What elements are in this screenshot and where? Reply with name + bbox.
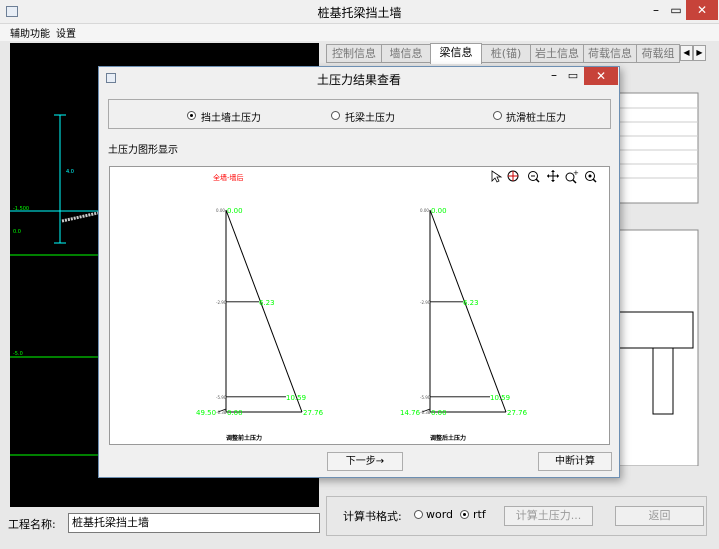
- pressure-value-label: 0.00: [431, 409, 447, 417]
- tab-bar: 控制信息 墙信息 梁信息 桩(锚) 岩土信息 荷载信息 荷载组 ◀ ▶: [326, 43, 707, 64]
- beam-table[interactable]: [617, 92, 699, 204]
- tab-soil-info[interactable]: 岩土信息: [530, 44, 584, 63]
- close-icon[interactable]: ✕: [584, 67, 618, 85]
- canvas-label: 0.0: [13, 229, 21, 235]
- pressure-value-label: 0.00: [227, 409, 243, 417]
- figure-label: 土压力图形显示: [108, 145, 178, 156]
- dialog-title: 土压力结果查看: [316, 73, 401, 87]
- tab-load-combo[interactable]: 荷载组: [636, 44, 680, 63]
- option-beam-pressure-radio[interactable]: [331, 111, 340, 120]
- depth-tick-label: -2.90: [216, 300, 227, 305]
- tab-beam-info[interactable]: 梁信息: [430, 43, 482, 64]
- format-rtf-label[interactable]: rtf: [473, 508, 486, 521]
- pressure-value-label: 0.00: [227, 207, 243, 215]
- panel-caption: 调整前土压力: [226, 434, 262, 442]
- depth-tick-label: -6.38: [216, 410, 227, 415]
- pressure-base-right-label: 27.76: [507, 409, 528, 417]
- depth-tick-label: 0.00: [216, 208, 225, 213]
- depth-tick-label: 0.00: [420, 208, 429, 213]
- tab-scroll-right-icon[interactable]: ▶: [693, 45, 706, 61]
- zoom-out-icon[interactable]: [528, 171, 540, 183]
- project-name-label: 工程名称:: [8, 518, 56, 531]
- zoom-reset-icon[interactable]: [585, 171, 597, 183]
- option-pile-pressure-label[interactable]: 抗滑桩土压力: [506, 109, 566, 124]
- maximize-icon[interactable]: ▭: [667, 0, 685, 20]
- minimize-icon[interactable]: –: [546, 67, 562, 85]
- pressure-plot-area[interactable]: 全墙-墙后 + 0.00 0.00 -2.90 6.23 -5.90 10.59…: [109, 166, 610, 445]
- pan-icon[interactable]: [547, 170, 559, 182]
- tab-wall-info[interactable]: 墙信息: [381, 44, 431, 63]
- calc-earth-pressure-button[interactable]: 计算土压力...: [504, 506, 593, 526]
- menu-item-assist[interactable]: 辅助功能: [10, 25, 50, 40]
- tab-load-info[interactable]: 荷载信息: [583, 44, 637, 63]
- pressure-value-label: 10.59: [490, 394, 510, 402]
- tab-scroll-left-icon[interactable]: ◀: [680, 45, 693, 61]
- beam-info-panel: [617, 90, 700, 467]
- chart-panels-layer: 0.00 0.00-2.90 6.23-5.90 10.59-6.38 0.0049.5…: [196, 207, 528, 442]
- minimize-icon[interactable]: –: [647, 0, 665, 20]
- option-wall-pressure-radio[interactable]: [187, 111, 196, 120]
- chart-toolbar: +: [491, 169, 597, 184]
- maximize-icon[interactable]: ▭: [565, 67, 581, 85]
- pressure-base-left-label: 49.50: [196, 409, 216, 417]
- format-word-radio[interactable]: [414, 510, 423, 519]
- depth-tick-label: -5.90: [216, 395, 227, 400]
- option-pile-pressure-radio[interactable]: [493, 111, 502, 120]
- earth-pressure-dialog: 土压力结果查看 – ▭ ✕ 挡土墙土压力 托梁土压力 抗滑桩土压力 土压力图形显…: [98, 66, 620, 478]
- return-button[interactable]: 返回: [615, 506, 704, 526]
- dialog-title-bar: 土压力结果查看: [99, 67, 619, 89]
- calc-options-group: 计算书格式: word rtf 计算土压力... 返回: [326, 496, 707, 536]
- depth-tick-label: -5.90: [420, 395, 431, 400]
- close-icon[interactable]: ✕: [686, 0, 718, 20]
- pressure-outline-line: [429, 209, 507, 413]
- main-window-title: 桩基托梁挡土墙: [317, 6, 402, 20]
- chart-title: 全墙-墙后: [213, 173, 244, 182]
- depth-tick-label: -6.38: [420, 410, 431, 415]
- format-word-label[interactable]: word: [426, 508, 453, 521]
- pressure-value-label: 10.59: [286, 394, 306, 402]
- pressure-value-label: 0.00: [431, 207, 447, 215]
- canvas-label: 4.0: [66, 169, 74, 175]
- pressure-value-label: 6.23: [259, 299, 275, 307]
- beam-shape: [617, 311, 694, 349]
- canvas-label: -5.0: [13, 351, 23, 357]
- option-beam-pressure-label[interactable]: 托梁土压力: [345, 109, 395, 124]
- zoom-in-icon[interactable]: [507, 170, 519, 182]
- pressure-outline-line: [225, 209, 303, 413]
- format-label: 计算书格式:: [343, 510, 402, 523]
- main-title-bar: 桩基托梁挡土墙 – ▭ ✕: [0, 0, 719, 24]
- zoom-plus-icon[interactable]: +: [565, 169, 579, 184]
- svg-text:+: +: [573, 169, 579, 177]
- canvas-wall-stroke: [61, 211, 99, 223]
- pressure-type-group: 挡土墙土压力 托梁土压力 抗滑桩土压力: [108, 99, 611, 129]
- menu-bar: 辅助功能 设置: [0, 24, 719, 41]
- pressure-value-label: 6.23: [463, 299, 479, 307]
- depth-tick-label: -2.90: [420, 300, 431, 305]
- option-wall-pressure-label[interactable]: 挡土墙土压力: [201, 109, 261, 124]
- pressure-base-left-label: 14.76: [400, 409, 421, 417]
- tab-control-info[interactable]: 控制信息: [326, 44, 382, 63]
- canvas-label: -1.500: [13, 206, 29, 212]
- menu-item-settings[interactable]: 设置: [56, 25, 76, 40]
- pressure-base-right-label: 27.76: [303, 409, 324, 417]
- format-rtf-radio[interactable]: [460, 510, 469, 519]
- pressure-chart-svg: 全墙-墙后 + 0.00 0.00-2.90 6.23-5.90 10.59-6…: [196, 169, 597, 442]
- panel-caption: 调整后土压力: [430, 434, 466, 442]
- pointer-icon[interactable]: [491, 170, 503, 183]
- project-name-input[interactable]: 桩基托梁挡土墙: [68, 513, 320, 533]
- next-step-button[interactable]: 下一步→: [327, 452, 403, 471]
- tab-pile[interactable]: 桩(锚): [481, 44, 531, 63]
- stop-calc-button[interactable]: 中断计算: [538, 452, 612, 471]
- beam-info-svg: [617, 92, 699, 467]
- pile-shape: [652, 347, 674, 415]
